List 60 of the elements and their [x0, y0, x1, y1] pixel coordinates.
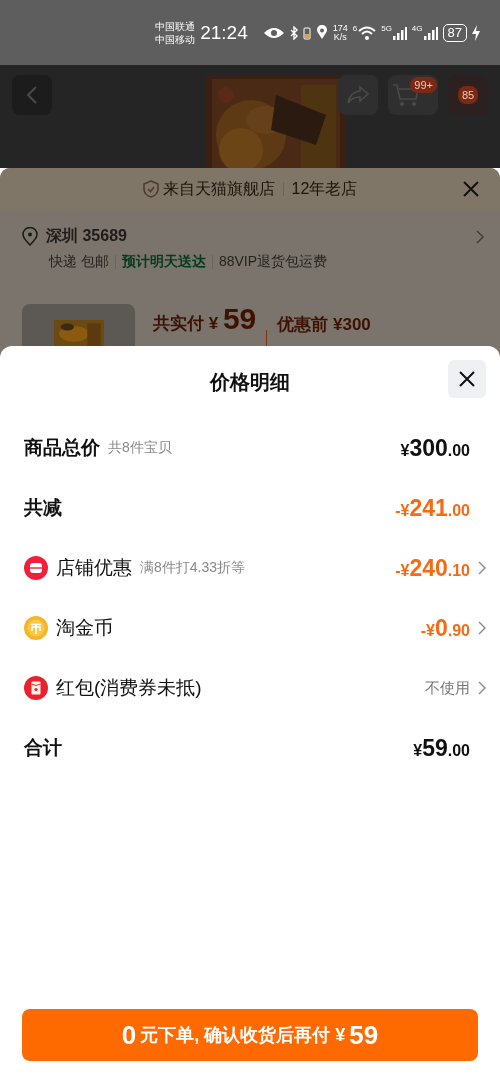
network-type-label: 4G [411, 24, 423, 33]
location-icon [315, 25, 328, 40]
eye-icon [262, 25, 285, 40]
chevron-right-icon[interactable] [478, 681, 486, 695]
coin-icon [24, 616, 48, 640]
message-count-badge: 85 [457, 86, 479, 104]
bluetooth-icon [289, 25, 298, 40]
close-icon[interactable] [462, 180, 480, 198]
clock-time: 21:24 [200, 21, 248, 44]
row-note: 共8件宝贝 [108, 439, 172, 457]
store-tag: 12年老店 [291, 178, 358, 200]
charging-icon [472, 24, 480, 41]
shop-icon [24, 556, 48, 580]
network-type-label: 5G [381, 24, 392, 33]
row-note: 满8件打4.33折等 [140, 559, 246, 577]
cart-count-badge: 99+ [410, 77, 437, 93]
price-amount: -¥241.00 [395, 494, 470, 522]
store-name: 来自天猫旗舰店 [162, 178, 275, 199]
close-button[interactable] [448, 360, 486, 398]
row-label: 商品总价 [24, 436, 100, 460]
chevron-right-icon[interactable] [478, 561, 486, 575]
location-pin-icon [22, 227, 38, 246]
share-icon [346, 85, 370, 105]
network-speed: K/s [333, 32, 347, 42]
row-label: 共减 [24, 496, 62, 520]
chevron-right-icon[interactable] [476, 229, 484, 244]
delivery-eta: 预计明天送达 [121, 253, 206, 271]
messages-button[interactable]: 85 [448, 75, 488, 115]
network-speed: 174 [332, 23, 348, 33]
signal-icon [423, 25, 438, 40]
carrier-label: 中国联通 [155, 19, 196, 33]
carrier-label: 中国移动 [155, 32, 196, 46]
price-amount: ¥300.00 [400, 434, 470, 462]
price-amount: -¥240.10 [395, 554, 470, 582]
address-city[interactable]: 深圳 35689 [46, 226, 127, 247]
row-label: 红包(消费券未抵) [56, 676, 202, 700]
signal-icon [392, 25, 407, 40]
sheet-title: 价格明细 [210, 369, 290, 395]
shield-icon [142, 180, 159, 198]
price-amount: ¥59.00 [413, 734, 470, 762]
back-icon [26, 85, 38, 105]
paid-total: 共实付 ¥59 [153, 302, 257, 337]
close-icon [459, 371, 475, 387]
original-price: 优惠前 ¥300 [277, 314, 371, 336]
battery-level: 87 [442, 23, 467, 42]
wifi-label: 6 [352, 24, 358, 33]
chevron-right-icon[interactable] [478, 621, 486, 635]
cart-button[interactable]: 99+ [388, 75, 438, 115]
row-value[interactable]: 不使用 [425, 678, 470, 698]
return-service: 88VIP退货包运费 [218, 253, 328, 271]
row-label: 淘金币 [56, 616, 113, 640]
battery-small-icon [302, 25, 311, 40]
price-amount: -¥0.90 [420, 614, 470, 642]
wifi-icon [358, 25, 377, 40]
envelope-icon [24, 676, 48, 700]
submit-order-button[interactable]: 0 元下单, 确认收货后再付 ¥59 [22, 1009, 478, 1061]
back-button[interactable] [12, 75, 52, 115]
row-label: 合计 [24, 736, 62, 760]
delivery-method: 快递 包邮 [49, 253, 109, 271]
row-label: 店铺优惠 [56, 556, 132, 580]
